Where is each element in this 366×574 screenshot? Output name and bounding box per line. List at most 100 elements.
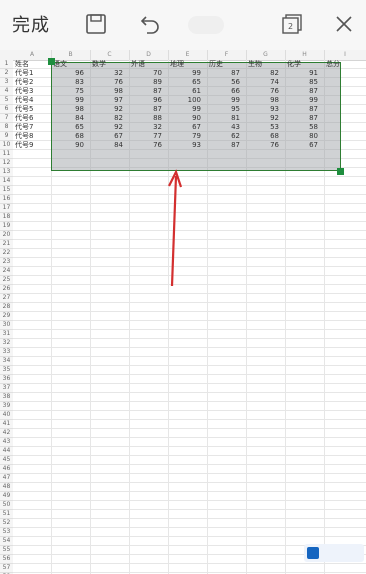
row-number[interactable]: 8	[0, 123, 13, 132]
table-cell[interactable]: 62	[207, 132, 240, 141]
row-number[interactable]: 32	[0, 339, 13, 348]
row-number[interactable]: 50	[0, 501, 13, 510]
table-cell[interactable]: 87	[129, 87, 162, 96]
row-number[interactable]: 18	[0, 213, 13, 222]
table-cell[interactable]: 97	[90, 96, 123, 105]
spreadsheet[interactable]: ABCDEFGHI 1 2 3 4 5 6 7 8 9 10 11 12 13 14 15 16 17 18 19 2…	[0, 50, 366, 574]
row-number[interactable]: 21	[0, 240, 13, 249]
table-cell[interactable]: 87	[285, 87, 318, 96]
table-cell[interactable]: 姓名	[15, 60, 29, 69]
row-number[interactable]: 29	[0, 312, 13, 321]
table-cell[interactable]: 99	[285, 96, 318, 105]
close-icon[interactable]	[332, 12, 356, 36]
copy-pages-icon[interactable]: 2	[280, 12, 304, 36]
table-cell[interactable]: 92	[90, 105, 123, 114]
table-cell[interactable]: 74	[246, 78, 279, 87]
column-letter[interactable]: I	[324, 50, 366, 60]
table-cell[interactable]: 82	[246, 69, 279, 78]
column-letter[interactable]: E	[168, 50, 208, 60]
row-number[interactable]: 13	[0, 168, 13, 177]
row-number[interactable]: 54	[0, 537, 13, 546]
undo-icon[interactable]	[138, 12, 162, 36]
table-cell[interactable]: 67	[285, 141, 318, 150]
column-letter[interactable]: G	[246, 50, 286, 60]
table-cell[interactable]: 61	[168, 87, 201, 96]
row-number[interactable]: 20	[0, 231, 13, 240]
table-cell[interactable]: 76	[90, 78, 123, 87]
row-number[interactable]: 43	[0, 438, 13, 447]
table-cell[interactable]: 数学	[92, 60, 106, 69]
table-cell[interactable]: 99	[168, 105, 201, 114]
row-number[interactable]: 52	[0, 519, 13, 528]
row-number[interactable]: 3	[0, 78, 13, 87]
table-cell[interactable]: 79	[168, 132, 201, 141]
row-number[interactable]: 4	[0, 87, 13, 96]
column-letter[interactable]: F	[207, 50, 247, 60]
table-cell[interactable]: 语文	[53, 60, 67, 69]
row-number[interactable]: 11	[0, 150, 13, 159]
row-number[interactable]: 44	[0, 447, 13, 456]
table-cell[interactable]: 65	[51, 123, 84, 132]
table-cell[interactable]: 93	[168, 141, 201, 150]
table-cell[interactable]: 80	[285, 132, 318, 141]
row-number[interactable]: 16	[0, 195, 13, 204]
column-letter[interactable]: B	[51, 50, 91, 60]
table-cell[interactable]: 代号7	[15, 123, 33, 132]
table-cell[interactable]: 77	[129, 132, 162, 141]
row-number[interactable]: 47	[0, 474, 13, 483]
table-cell[interactable]: 地理	[170, 60, 184, 69]
row-number[interactable]: 51	[0, 510, 13, 519]
row-number[interactable]: 25	[0, 276, 13, 285]
table-cell[interactable]: 代号1	[15, 69, 33, 78]
table-cell[interactable]: 99	[207, 96, 240, 105]
table-cell[interactable]: 87	[207, 141, 240, 150]
row-number[interactable]: 22	[0, 249, 13, 258]
table-cell[interactable]: 99	[51, 96, 84, 105]
table-cell[interactable]: 89	[129, 78, 162, 87]
row-number[interactable]: 24	[0, 267, 13, 276]
row-number[interactable]: 26	[0, 285, 13, 294]
table-cell[interactable]: 90	[51, 141, 84, 150]
table-cell[interactable]: 65	[168, 78, 201, 87]
table-cell[interactable]: 68	[246, 132, 279, 141]
row-number[interactable]: 6	[0, 105, 13, 114]
table-cell[interactable]: 91	[285, 69, 318, 78]
table-cell[interactable]: 87	[285, 105, 318, 114]
table-cell[interactable]: 68	[51, 132, 84, 141]
column-letter[interactable]: D	[129, 50, 169, 60]
row-number[interactable]: 15	[0, 186, 13, 195]
table-cell[interactable]: 代号2	[15, 78, 33, 87]
row-number[interactable]: 9	[0, 132, 13, 141]
row-number[interactable]: 53	[0, 528, 13, 537]
table-cell[interactable]: 92	[246, 114, 279, 123]
table-cell[interactable]: 58	[285, 123, 318, 132]
row-number[interactable]: 56	[0, 555, 13, 564]
selection-handle-top-left[interactable]	[48, 58, 55, 65]
table-cell[interactable]: 88	[129, 114, 162, 123]
row-number[interactable]: 14	[0, 177, 13, 186]
table-cell[interactable]: 87	[285, 114, 318, 123]
table-cell[interactable]: 75	[51, 87, 84, 96]
table-cell[interactable]: 90	[168, 114, 201, 123]
table-cell[interactable]: 外语	[131, 60, 145, 69]
row-number[interactable]: 36	[0, 375, 13, 384]
table-cell[interactable]: 83	[51, 78, 84, 87]
table-cell[interactable]: 43	[207, 123, 240, 132]
row-number[interactable]: 45	[0, 456, 13, 465]
row-number[interactable]: 37	[0, 384, 13, 393]
table-cell[interactable]: 总分	[326, 60, 340, 69]
column-letter[interactable]: A	[13, 50, 52, 60]
table-cell[interactable]: 历史	[209, 60, 223, 69]
row-number[interactable]: 33	[0, 348, 13, 357]
table-cell[interactable]: 66	[207, 87, 240, 96]
save-icon[interactable]	[84, 12, 108, 36]
table-cell[interactable]: 代号5	[15, 105, 33, 114]
row-number[interactable]: 39	[0, 402, 13, 411]
row-number[interactable]: 1	[0, 60, 13, 69]
row-number[interactable]: 46	[0, 465, 13, 474]
table-cell[interactable]: 代号6	[15, 114, 33, 123]
table-cell[interactable]: 96	[51, 69, 84, 78]
row-number[interactable]: 57	[0, 564, 13, 573]
table-cell[interactable]: 84	[90, 141, 123, 150]
table-cell[interactable]: 85	[285, 78, 318, 87]
